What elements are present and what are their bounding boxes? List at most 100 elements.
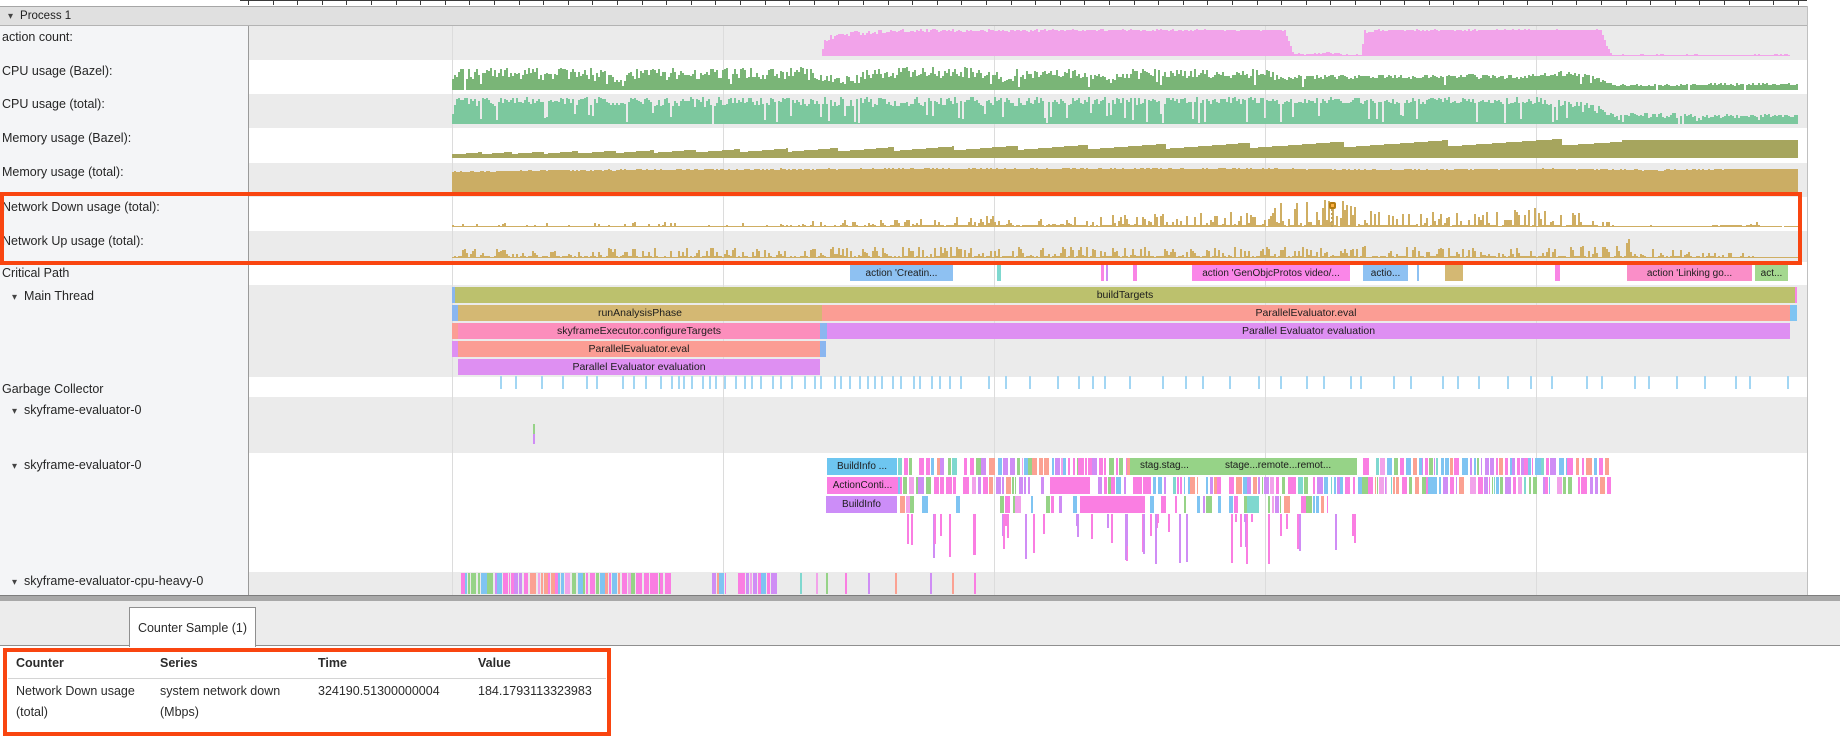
thread-slice[interactable]: BuildInfo ... [827, 458, 897, 475]
thread-slice[interactable] [1499, 458, 1503, 475]
thread-slice[interactable] [1068, 458, 1070, 475]
thread-slice[interactable] [940, 458, 944, 475]
thread-slice[interactable] [1595, 477, 1598, 494]
thread-slice[interactable] [1005, 496, 1010, 513]
thread-slice[interactable] [1284, 496, 1290, 513]
thread-slice[interactable] [1010, 458, 1015, 475]
thread-slice[interactable] [930, 573, 932, 594]
gc-tick[interactable] [988, 376, 990, 389]
thread-slice[interactable] [1477, 458, 1479, 475]
thread-slice[interactable] [1445, 458, 1449, 475]
thread-slice[interactable] [974, 514, 976, 555]
thread-slice[interactable] [1489, 477, 1490, 494]
thread-slice[interactable] [590, 573, 595, 594]
thread-slice[interactable] [934, 514, 936, 544]
thread-slice[interactable] [1496, 458, 1498, 475]
thread-slice[interactable] [1567, 458, 1573, 475]
thread-slice[interactable] [816, 573, 818, 594]
thread-slice[interactable] [1124, 477, 1126, 494]
gc-tick[interactable] [541, 376, 543, 389]
thread-slice[interactable] [771, 573, 777, 594]
thread-slice[interactable] [1173, 477, 1176, 494]
thread-slice[interactable] [1210, 477, 1213, 494]
thread-slice[interactable] [605, 573, 608, 594]
thread-slice[interactable] [1316, 496, 1319, 513]
thread-slice[interactable] [1386, 477, 1387, 494]
critical-path-sliver[interactable] [997, 265, 1001, 281]
gc-tick[interactable] [562, 376, 564, 389]
thread-slice[interactable] [978, 477, 981, 494]
gc-tick[interactable] [702, 376, 704, 389]
thread-slice[interactable] [1175, 496, 1177, 513]
thread-slice[interactable] [509, 573, 510, 594]
gc-tick[interactable] [1129, 376, 1131, 389]
thread-slice[interactable] [1007, 514, 1009, 538]
gc-tick[interactable] [1104, 376, 1106, 389]
main-thread-slice[interactable]: ParallelEvaluator.eval [822, 305, 1790, 321]
thread-slice[interactable] [1429, 458, 1433, 475]
gc-tick[interactable] [919, 376, 921, 389]
thread-slice[interactable] [1413, 458, 1417, 475]
thread-slice[interactable] [940, 477, 944, 494]
thread-slice[interactable] [1327, 496, 1328, 513]
thread-slice[interactable] [1043, 514, 1045, 534]
thread-slice[interactable] [1153, 477, 1156, 494]
thread-slice[interactable] [538, 573, 540, 594]
gc-tick[interactable] [744, 376, 746, 389]
gc-tick[interactable] [913, 376, 915, 389]
thread-slice[interactable] [530, 573, 536, 594]
gc-tick[interactable] [1634, 376, 1636, 389]
counter-chart-action-count[interactable] [248, 26, 1807, 60]
thread-slice[interactable] [1331, 477, 1332, 494]
thread-slice[interactable] [1594, 458, 1597, 475]
thread-slice[interactable] [1203, 496, 1205, 513]
thread-slice[interactable] [1563, 477, 1566, 494]
thread-slice[interactable] [1022, 458, 1023, 475]
thread-slice[interactable] [972, 477, 976, 494]
thread-slice[interactable] [746, 573, 749, 594]
thread-slice[interactable] [1375, 477, 1376, 494]
thread-slice[interactable] [1590, 477, 1593, 494]
thread-slice[interactable] [1492, 477, 1493, 494]
gc-tick[interactable] [596, 376, 598, 389]
thread-slice[interactable] [1051, 496, 1054, 513]
thread-slice[interactable] [1396, 477, 1399, 494]
thread-slice[interactable] [1481, 458, 1482, 475]
thread-slice[interactable] [946, 477, 952, 494]
thread-slice[interactable] [1496, 477, 1499, 494]
expand-arrow-icon[interactable]: ▾ [12, 577, 17, 588]
thread-slice[interactable] [541, 573, 543, 594]
thread-slice[interactable] [1179, 514, 1181, 563]
process-header[interactable]: ▾ Process 1 [0, 6, 1807, 26]
counter-chart-memory-usage-total[interactable] [248, 163, 1807, 197]
thread-slice[interactable] [1297, 514, 1299, 549]
thread-slice[interactable] [1368, 477, 1373, 494]
sidebar-item-garbage-collector[interactable]: Garbage Collector [2, 382, 103, 396]
thread-slice[interactable] [964, 458, 967, 475]
thread-slice[interactable] [1280, 514, 1282, 536]
critical-path-sliver[interactable] [1106, 265, 1108, 281]
thread-slice[interactable] [983, 477, 988, 494]
thread-slice[interactable] [1272, 496, 1274, 513]
thread-slice[interactable] [519, 573, 522, 594]
main-thread-slice[interactable]: runAnalysisPhase [458, 305, 822, 321]
thread-slice[interactable] [1111, 477, 1115, 494]
thread-slice[interactable] [1533, 477, 1537, 494]
thread-slice[interactable] [952, 573, 954, 594]
gc-tick[interactable] [814, 376, 816, 389]
thread-slice[interactable] [1158, 477, 1162, 494]
gc-tick[interactable] [622, 376, 624, 389]
gc-tick[interactable] [1478, 376, 1480, 389]
thread-slice[interactable] [1478, 477, 1483, 494]
thread-slice[interactable] [1377, 477, 1378, 494]
thread-slice[interactable] [741, 573, 745, 594]
thread-slice[interactable] [1091, 514, 1093, 539]
thread-slice[interactable] [1436, 458, 1438, 475]
thread-slice[interactable] [1559, 458, 1564, 475]
thread-slice[interactable] [1012, 477, 1014, 494]
thread-slice[interactable] [1400, 458, 1404, 475]
gc-tick[interactable] [709, 376, 711, 389]
thread-slice[interactable] [1240, 514, 1242, 547]
thread-slice[interactable] [1321, 496, 1324, 513]
thread-slice[interactable] [753, 573, 757, 594]
